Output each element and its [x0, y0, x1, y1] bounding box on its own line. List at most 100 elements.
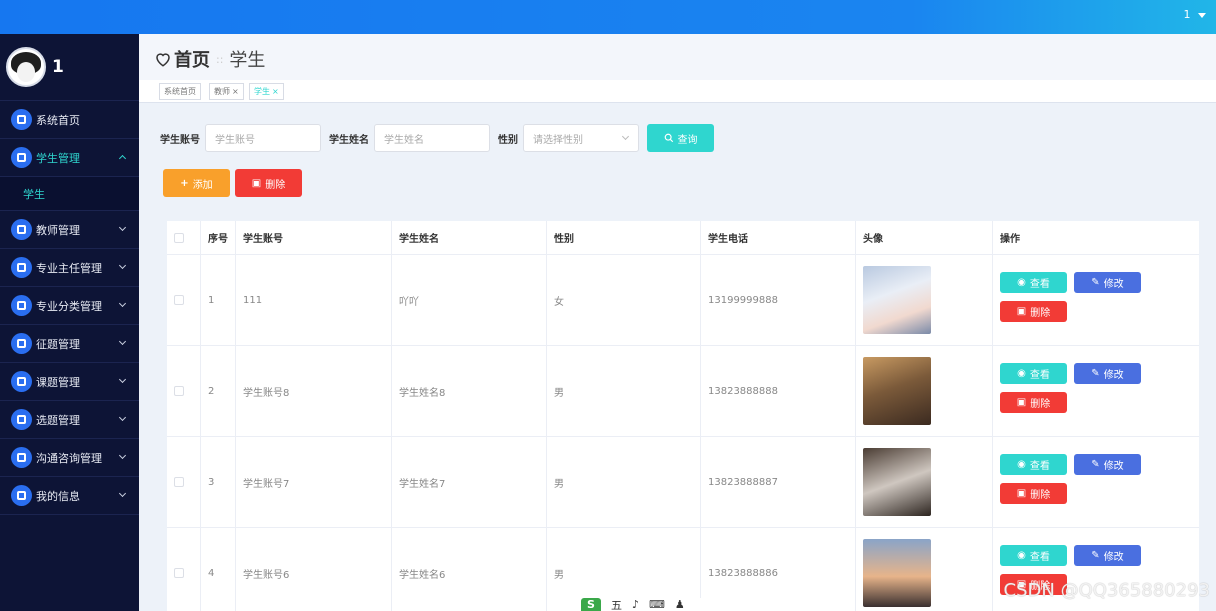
edit-label: 修改 [1103, 370, 1124, 381]
edit-button[interactable]: ✎ 修改 [1074, 363, 1141, 384]
ime-item[interactable]: ♟ [675, 598, 685, 611]
top-bar: 1 [0, 0, 1216, 34]
tag-student[interactable]: 学生 × [249, 83, 284, 100]
table-cell [856, 437, 993, 527]
row-actions: ◉ 查看 ✎ 修改 ▣ 删除 [993, 255, 1199, 345]
sidebar-item-teachers[interactable]: 教师管理 [0, 211, 139, 249]
table-cell [167, 346, 201, 436]
gender-select[interactable]: 请选择性别 [523, 124, 639, 152]
edit-button[interactable]: ✎ 修改 [1074, 272, 1141, 293]
keyboard-icon[interactable]: ⌨ [649, 598, 665, 611]
table-cell [856, 346, 993, 436]
chevron-down-icon [118, 451, 127, 460]
breadcrumb: 首页 :: 学生 [154, 46, 265, 72]
grid-icon [11, 333, 32, 354]
cell-account: 学生账号7 [243, 478, 290, 490]
table-cell: 111 [236, 255, 392, 345]
avatar-photo[interactable] [863, 539, 931, 607]
table-row: 2 学生账号8 学生姓名8 男 13823888888 ◉ 查看 ✎ 修改 ▣ 删除 [167, 346, 1199, 437]
cell-name: 学生姓名7 [399, 478, 446, 490]
card-icon [11, 485, 32, 506]
sidebar-subitem-student[interactable]: 学生 [0, 177, 139, 211]
avatar-photo[interactable] [863, 266, 931, 334]
ime-item[interactable]: ♪ [632, 598, 639, 611]
sidebar-profile: 1 [0, 34, 139, 101]
sidebar-item-my-info[interactable]: 我的信息 [0, 477, 139, 515]
view-button[interactable]: ◉ 查看 [1000, 363, 1067, 384]
table-cell: 3 [201, 437, 236, 527]
header-gender: 性别 [547, 221, 701, 254]
view-button[interactable]: ◉ 查看 [1000, 272, 1067, 293]
header-name: 学生姓名 [392, 221, 547, 254]
gender-placeholder: 请选择性别 [533, 134, 583, 146]
heart-icon [156, 53, 170, 67]
chevron-down-icon [118, 299, 127, 308]
checkbox[interactable] [174, 232, 184, 243]
sidebar-item-topics[interactable]: 课题管理 [0, 363, 139, 401]
table-cell: 学生账号6 [236, 528, 392, 611]
sidebar-item-label: 沟通咨询管理 [36, 451, 102, 465]
bulk-delete-button[interactable]: ▣ 删除 [235, 169, 302, 197]
tag-teacher[interactable]: 教师 × [209, 83, 244, 100]
sidebar-item-consulting[interactable]: 沟通咨询管理 [0, 439, 139, 477]
cell-phone: 13199999888 [708, 294, 778, 306]
breadcrumb-home[interactable]: 首页 [174, 46, 210, 72]
monitor-icon [11, 147, 32, 168]
tag-home[interactable]: 系统首页 [159, 83, 201, 100]
account-input[interactable]: 学生账号 [205, 124, 321, 152]
eye-icon: ◉ [1017, 459, 1026, 470]
sidebar-item-directors[interactable]: 专业主任管理 [0, 249, 139, 287]
table-cell: 4 [201, 528, 236, 611]
chevron-up-icon [118, 154, 127, 163]
chevron-down-icon [118, 223, 127, 232]
sidebar-item-topic-collection[interactable]: 征题管理 [0, 325, 139, 363]
ime-item[interactable]: 五 [611, 597, 622, 611]
close-icon[interactable]: × [232, 87, 239, 96]
edit-label: 修改 [1103, 279, 1124, 290]
view-button[interactable]: ◉ 查看 [1000, 454, 1067, 475]
row-checkbox[interactable] [174, 295, 184, 305]
delete-button[interactable]: ▣ 删除 [1000, 392, 1067, 413]
sidebar-item-label: 专业分类管理 [36, 299, 102, 313]
avatar-photo[interactable] [863, 357, 931, 425]
view-button[interactable]: ◉ 查看 [1000, 545, 1067, 566]
ime-logo-icon[interactable]: S [581, 598, 601, 611]
header-select-all[interactable] [167, 221, 201, 254]
sidebar-item-students[interactable]: 学生管理 [0, 139, 139, 177]
sidebar-item-label: 教师管理 [36, 223, 80, 237]
cell-phone: 13823888886 [708, 567, 778, 579]
chevron-down-icon [621, 132, 630, 141]
table-cell: 13823888887 [701, 437, 856, 527]
query-button[interactable]: 查询 [647, 124, 714, 152]
row-checkbox[interactable] [174, 568, 184, 578]
edit-label: 修改 [1103, 461, 1124, 472]
monitor-icon [11, 371, 32, 392]
avatar-photo[interactable] [863, 448, 931, 516]
row-checkbox[interactable] [174, 386, 184, 396]
row-checkbox[interactable] [174, 477, 184, 487]
sidebar-item-majors[interactable]: 专业分类管理 [0, 287, 139, 325]
sidebar-item-home[interactable]: 系统首页 [0, 101, 139, 139]
name-input[interactable]: 学生姓名 [374, 124, 490, 152]
account-placeholder: 学生账号 [215, 134, 255, 146]
close-icon[interactable]: × [272, 87, 279, 96]
cell-account: 学生账号6 [243, 569, 290, 581]
cell-phone: 13823888887 [708, 476, 778, 488]
cell-index: 2 [208, 385, 215, 397]
cell-gender: 男 [554, 569, 564, 581]
eye-icon: ◉ [1017, 550, 1026, 561]
view-label: 查看 [1029, 461, 1050, 472]
user-menu[interactable]: 1 [1184, 8, 1206, 21]
chevron-down-icon [118, 413, 127, 422]
edit-button[interactable]: ✎ 修改 [1074, 545, 1141, 566]
delete-button[interactable]: ▣ 删除 [1000, 483, 1067, 504]
table-cell: 学生账号8 [236, 346, 392, 436]
sidebar-item-selection[interactable]: 选题管理 [0, 401, 139, 439]
delete-button[interactable]: ▣ 删除 [1000, 301, 1067, 322]
grid-icon [11, 409, 32, 430]
add-button[interactable]: + 添加 [163, 169, 230, 197]
edit-button[interactable]: ✎ 修改 [1074, 454, 1141, 475]
cell-index: 3 [208, 476, 215, 488]
account-label: 学生账号 [160, 135, 200, 146]
cell-gender: 女 [554, 296, 564, 308]
